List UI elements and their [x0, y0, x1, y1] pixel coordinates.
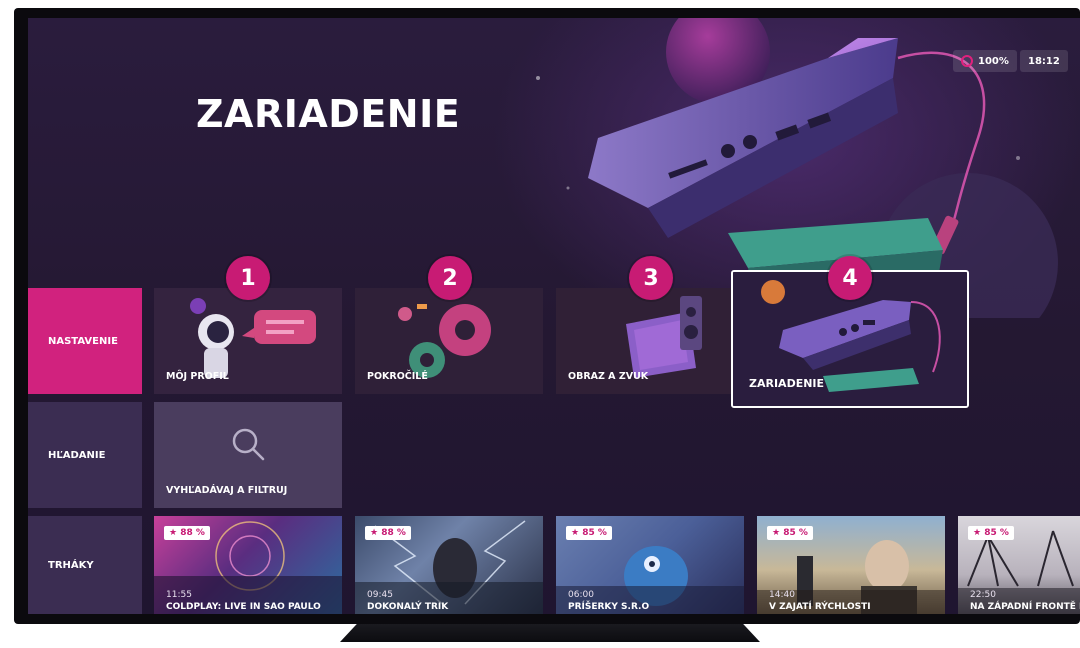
movie-card[interactable]: ★ 88 % 09:45 DOKONALÝ TRIK: [355, 516, 543, 614]
movie-time: 22:50: [970, 590, 996, 600]
tile-label: MÔJ PROFIL: [166, 371, 229, 382]
rating-badge: ★ 88 %: [164, 526, 210, 540]
rating-badge: ★ 85 %: [968, 526, 1014, 540]
tile-label: POKROČILÉ: [367, 371, 428, 382]
movie-time: 11:55: [166, 590, 192, 600]
tv-screen: ZARIADENIE 100% 18:12 NASTAVENIE HĽADANI…: [28, 18, 1080, 614]
search-filter-tile[interactable]: VYHĽADÁVAJ A FILTRUJ: [154, 402, 342, 508]
clock-value: 18:12: [1028, 55, 1060, 67]
clock: 18:12: [1020, 50, 1068, 72]
movie-card[interactable]: ★ 85 % 06:00 PRÍŠERKY S.R.O: [556, 516, 744, 614]
tv-stand: [340, 624, 760, 642]
movie-time: 06:00: [568, 590, 594, 600]
battery-status: 100%: [953, 50, 1017, 72]
rating-badge: ★ 88 %: [365, 526, 411, 540]
nav-item-label: HĽADANIE: [48, 449, 106, 461]
movie-time: 14:40: [769, 590, 795, 600]
badge-2: 2: [428, 256, 472, 300]
rating-badge: ★ 85 %: [767, 526, 813, 540]
movie-card[interactable]: ★ 85 % 14:40 V ZAJATÍ RÝCHLOSTI: [757, 516, 945, 614]
badge-3: 3: [629, 256, 673, 300]
movie-title: V ZAJATÍ RÝCHLOSTI: [769, 602, 871, 612]
movie-card[interactable]: ★ 88 % 11:55 COLDPLAY: LIVE IN SAO PAULO: [154, 516, 342, 614]
movie-title: NA ZÁPADNÍ FRONTĚ KLID: [970, 602, 1080, 612]
nav-item-nastavenie[interactable]: NASTAVENIE: [28, 288, 142, 394]
rating-badge: ★ 85 %: [566, 526, 612, 540]
tile-label: OBRAZ A ZVUK: [568, 371, 649, 382]
tile-my-profile[interactable]: MÔJ PROFIL: [154, 288, 342, 394]
badge-4: 4: [828, 256, 872, 300]
tile-picture-sound[interactable]: OBRAZ A ZVUK: [556, 288, 744, 394]
tile-advanced[interactable]: POKROČILÉ: [355, 288, 543, 394]
battery-value: 100%: [978, 55, 1009, 67]
movie-time: 09:45: [367, 590, 393, 600]
battery-icon: [961, 55, 973, 67]
movie-title: DOKONALÝ TRIK: [367, 602, 449, 612]
badge-1: 1: [226, 256, 270, 300]
tile-label: ZARIADENIE: [749, 377, 825, 390]
movie-title: COLDPLAY: LIVE IN SAO PAULO: [166, 602, 321, 612]
nav-item-label: NASTAVENIE: [48, 335, 118, 347]
movie-title: PRÍŠERKY S.R.O: [568, 602, 650, 612]
tile-label: VYHĽADÁVAJ A FILTRUJ: [166, 485, 288, 496]
nav-item-trhaky[interactable]: TRHÁKY: [28, 516, 142, 614]
search-icon: [232, 428, 265, 461]
nav-item-label: TRHÁKY: [48, 559, 94, 571]
page-title: ZARIADENIE: [196, 92, 461, 136]
movie-card[interactable]: ★ 85 % 22:50 NA ZÁPADNÍ FRONTĚ KLID: [958, 516, 1080, 614]
nav-item-hladanie[interactable]: HĽADANIE: [28, 402, 142, 508]
